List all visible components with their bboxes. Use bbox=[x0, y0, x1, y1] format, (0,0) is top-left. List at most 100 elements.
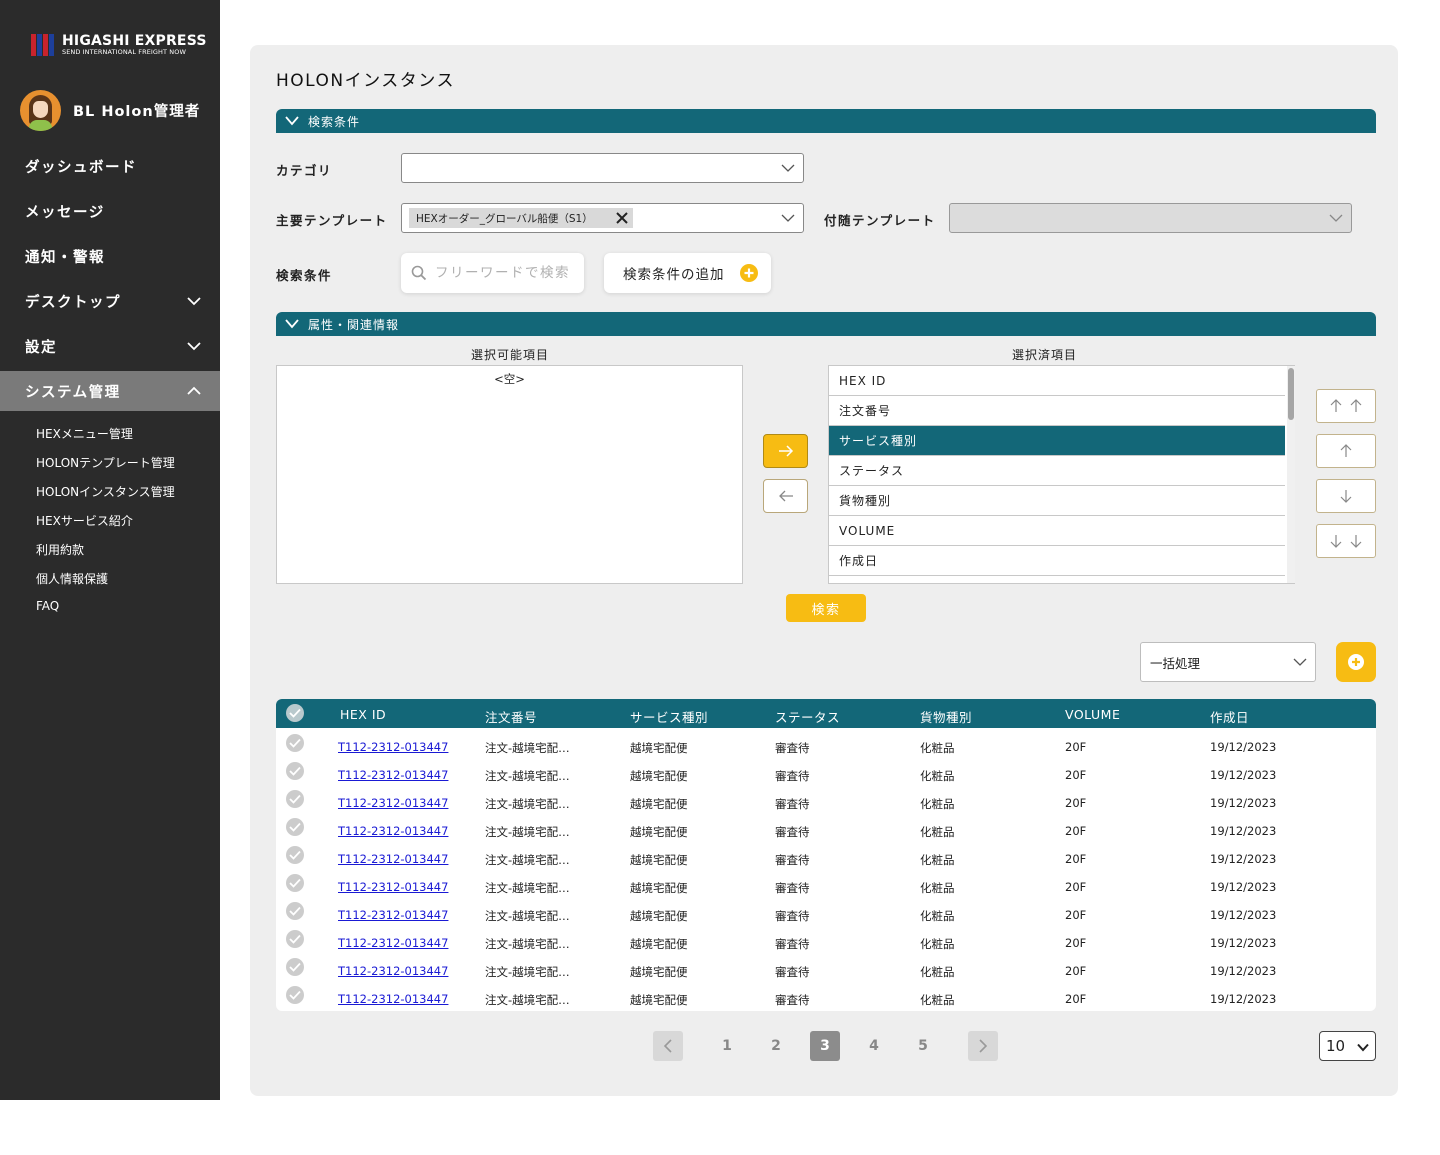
table-cell: 19/12/2023 bbox=[1210, 824, 1277, 838]
table-row[interactable]: T112-2312-013447 注文-越境宅配… 越境宅配便 審査待 化粧品 20F 19… bbox=[276, 731, 1376, 759]
table-row[interactable]: T112-2312-013447 注文-越境宅配… 越境宅配便 審査待 化粧品 20F 19… bbox=[276, 759, 1376, 787]
sidebar-subitem-faq[interactable]: FAQ bbox=[36, 599, 59, 613]
sidebar-item-desktop[interactable]: デスクトップ bbox=[0, 281, 220, 321]
hex-id-link[interactable]: T112-2312-013447 bbox=[338, 768, 448, 782]
prev-page-button[interactable] bbox=[653, 1031, 683, 1061]
sidebar-item-system-admin[interactable]: システム管理 bbox=[0, 371, 220, 411]
row-checkbox[interactable] bbox=[286, 818, 304, 836]
table-cell: 20F bbox=[1065, 908, 1087, 922]
sidebar-subitem-terms[interactable]: 利用約款 bbox=[36, 541, 84, 558]
selected-item[interactable]: ステータス bbox=[829, 456, 1285, 486]
add-condition-label: 検索条件の追加 bbox=[623, 267, 725, 283]
brand-logo[interactable]: HIGASHI EXPRESS SEND INTERNATIONAL FREIG… bbox=[30, 32, 207, 58]
hex-id-link[interactable]: T112-2312-013447 bbox=[338, 796, 448, 810]
sidebar-subitem-holon-template[interactable]: HOLONテンプレート管理 bbox=[36, 454, 175, 471]
table-cell: 審査待 bbox=[775, 937, 810, 951]
close-icon[interactable] bbox=[615, 211, 629, 225]
move-bottom-button[interactable] bbox=[1316, 524, 1376, 558]
sidebar-item-notifications[interactable]: 通知・警報 bbox=[0, 236, 220, 276]
row-checkbox[interactable] bbox=[286, 986, 304, 1004]
row-checkbox[interactable] bbox=[286, 930, 304, 948]
sidebar-item-label: 通知・警報 bbox=[25, 249, 105, 266]
row-checkbox[interactable] bbox=[286, 734, 304, 752]
search-button[interactable]: 検索 bbox=[786, 594, 866, 622]
row-checkbox[interactable] bbox=[286, 846, 304, 864]
sidebar-subitem-holon-instance[interactable]: HOLONインスタンス管理 bbox=[36, 483, 175, 500]
attr-section-header[interactable]: 属性・関連情報 bbox=[276, 312, 1376, 336]
row-checkbox[interactable] bbox=[286, 762, 304, 780]
hex-id-link[interactable]: T112-2312-013447 bbox=[338, 992, 448, 1006]
row-checkbox[interactable] bbox=[286, 874, 304, 892]
table-row[interactable]: T112-2312-013447 注文-越境宅配… 越境宅配便 審査待 化粧品 20F 19… bbox=[276, 843, 1376, 871]
column-header[interactable]: 注文番号 bbox=[485, 707, 537, 726]
hex-id-link[interactable]: T112-2312-013447 bbox=[338, 824, 448, 838]
table-row[interactable]: T112-2312-013447 注文-越境宅配… 越境宅配便 審査待 化粧品 20F 19… bbox=[276, 955, 1376, 983]
sidebar-subitem-privacy[interactable]: 個人情報保護 bbox=[36, 570, 108, 587]
hex-id-link[interactable]: T112-2312-013447 bbox=[338, 936, 448, 950]
sidebar-item-messages[interactable]: メッセージ bbox=[0, 191, 220, 231]
selected-item[interactable]: 貨物種別 bbox=[829, 486, 1285, 516]
hex-id-link[interactable]: T112-2312-013447 bbox=[338, 852, 448, 866]
table-row[interactable]: T112-2312-013447 注文-越境宅配… 越境宅配便 審査待 化粧品 20F 19… bbox=[276, 899, 1376, 927]
selected-items-list[interactable]: HEX ID 注文番号 サービス種別 ステータス 貨物種別 VOLUME 作成日 bbox=[828, 365, 1295, 584]
table-row[interactable]: T112-2312-013447 注文-越境宅配… 越境宅配便 審査待 化粧品 20F 19… bbox=[276, 871, 1376, 899]
category-select[interactable] bbox=[401, 153, 804, 183]
table-row[interactable]: T112-2312-013447 注文-越境宅配… 越境宅配便 審査待 化粧品 20F 19… bbox=[276, 787, 1376, 815]
sidebar-item-dashboard[interactable]: ダッシュボード bbox=[0, 146, 220, 186]
table-row[interactable]: T112-2312-013447 注文-越境宅配… 越境宅配便 審査待 化粧品 20F 19… bbox=[276, 815, 1376, 843]
hex-id-link[interactable]: T112-2312-013447 bbox=[338, 908, 448, 922]
add-condition-button[interactable]: 検索条件の追加 bbox=[604, 253, 771, 293]
move-left-button[interactable] bbox=[763, 479, 808, 513]
table-cell: 審査待 bbox=[775, 993, 810, 1007]
page-button[interactable]: 2 bbox=[761, 1031, 791, 1061]
search-section-header[interactable]: 検索条件 bbox=[276, 109, 1376, 133]
add-instance-button[interactable] bbox=[1336, 642, 1376, 682]
user-profile[interactable]: BL Holon管理者 bbox=[20, 90, 200, 131]
row-checkbox[interactable] bbox=[286, 902, 304, 920]
sub-template-select[interactable] bbox=[949, 203, 1352, 233]
selected-item[interactable]: VOLUME bbox=[829, 516, 1285, 546]
category-label: カテゴリ bbox=[276, 163, 333, 178]
available-items-list[interactable]: <空> bbox=[276, 365, 743, 584]
sidebar-subitem-hex-menu[interactable]: HEXメニュー管理 bbox=[36, 425, 133, 442]
search-input[interactable] bbox=[435, 265, 575, 281]
check-icon bbox=[289, 766, 301, 776]
page-button[interactable]: 1 bbox=[712, 1031, 742, 1061]
sidebar-subitem-hex-service[interactable]: HEXサービス紹介 bbox=[36, 512, 133, 529]
per-page-select[interactable]: 10 bbox=[1319, 1031, 1376, 1061]
column-header[interactable]: HEX ID bbox=[340, 707, 386, 722]
page-button[interactable]: 4 bbox=[859, 1031, 889, 1061]
bulk-action-select[interactable]: 一括処理 bbox=[1140, 642, 1316, 682]
move-down-button[interactable] bbox=[1316, 479, 1376, 513]
column-header[interactable]: VOLUME bbox=[1065, 707, 1120, 722]
row-checkbox[interactable] bbox=[286, 958, 304, 976]
column-header[interactable]: 貨物種別 bbox=[920, 707, 972, 726]
page-button-current[interactable]: 3 bbox=[810, 1031, 840, 1061]
next-page-button[interactable] bbox=[968, 1031, 998, 1061]
move-top-button[interactable] bbox=[1316, 389, 1376, 423]
column-header[interactable]: サービス種別 bbox=[630, 707, 708, 726]
selected-item[interactable]: 作成日 bbox=[829, 546, 1285, 576]
hex-id-link[interactable]: T112-2312-013447 bbox=[338, 740, 448, 754]
row-checkbox[interactable] bbox=[286, 790, 304, 808]
table-row[interactable]: T112-2312-013447 注文-越境宅配… 越境宅配便 審査待 化粧品 20F 19… bbox=[276, 927, 1376, 955]
table-row[interactable]: T112-2312-013447 注文-越境宅配… 越境宅配便 審査待 化粧品 20F 19… bbox=[276, 983, 1376, 1011]
selected-item[interactable]: HEX ID bbox=[829, 366, 1285, 396]
scrollbar-thumb[interactable] bbox=[1288, 368, 1294, 420]
move-right-button[interactable] bbox=[763, 434, 808, 468]
plus-circle-icon bbox=[1348, 654, 1364, 670]
table-cell: 化粧品 bbox=[920, 825, 955, 839]
move-up-button[interactable] bbox=[1316, 434, 1376, 468]
column-header[interactable]: ステータス bbox=[775, 707, 840, 726]
hex-id-link[interactable]: T112-2312-013447 bbox=[338, 964, 448, 978]
scrollbar[interactable] bbox=[1287, 366, 1295, 583]
main-template-select[interactable]: HEXオーダー_グローバル船便（S1） bbox=[401, 203, 804, 233]
column-header[interactable]: 作成日 bbox=[1210, 707, 1249, 726]
select-all-checkbox[interactable] bbox=[286, 704, 304, 722]
selected-item-active[interactable]: サービス種別 bbox=[829, 426, 1285, 456]
hex-id-link[interactable]: T112-2312-013447 bbox=[338, 880, 448, 894]
sidebar-item-settings[interactable]: 設定 bbox=[0, 326, 220, 366]
table-cell: T112-2312-013447 bbox=[338, 908, 448, 922]
page-button[interactable]: 5 bbox=[908, 1031, 938, 1061]
selected-item[interactable]: 注文番号 bbox=[829, 396, 1285, 426]
